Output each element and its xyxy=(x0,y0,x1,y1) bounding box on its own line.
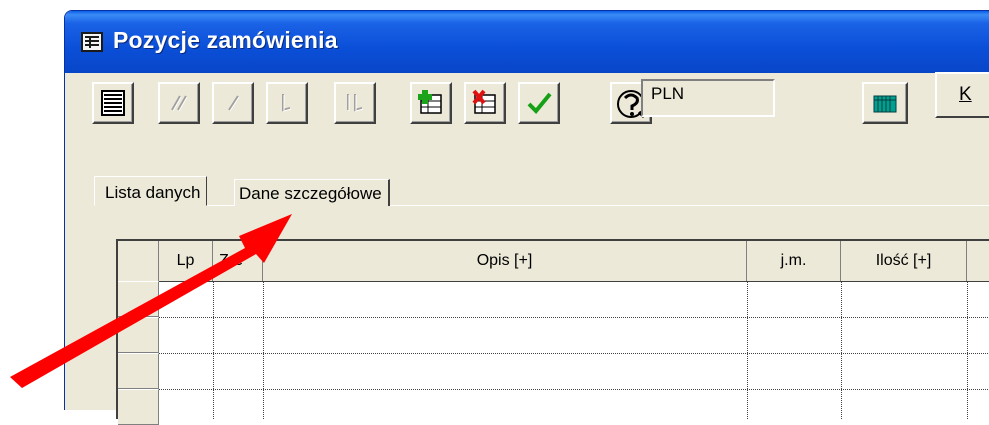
data-grid[interactable]: Lp Zre Opis [+] j.m. Ilość [+] xyxy=(116,239,989,425)
last-record-button[interactable] xyxy=(334,82,376,124)
column-divider xyxy=(747,281,748,419)
accept-button[interactable] xyxy=(518,82,560,124)
first-record-button[interactable] xyxy=(158,82,200,124)
tabs-divider xyxy=(94,205,989,206)
row-divider xyxy=(159,389,989,390)
tab-lista-danych[interactable]: Lista danych xyxy=(94,176,208,206)
title-bar[interactable]: Pozycje zamówienia xyxy=(65,11,989,73)
currency-rates-button[interactable] xyxy=(862,82,908,124)
grid-corner xyxy=(118,241,159,281)
k-button[interactable]: K xyxy=(935,72,989,118)
add-record-button[interactable] xyxy=(410,82,452,124)
next-record-button[interactable] xyxy=(266,82,308,124)
delete-row-icon xyxy=(472,89,496,114)
column-header-jm[interactable]: j.m. xyxy=(747,241,841,281)
currency-field[interactable]: PLN xyxy=(641,79,775,117)
column-divider xyxy=(841,281,842,419)
up-arrow-icon xyxy=(228,95,240,112)
currency-icon xyxy=(873,95,897,113)
column-divider xyxy=(213,281,214,419)
column-header-opis[interactable]: Opis [+] xyxy=(263,241,747,281)
double-down-arrow-icon xyxy=(347,94,364,112)
k-button-label: K xyxy=(959,84,972,105)
row-header[interactable] xyxy=(118,281,159,317)
row-divider xyxy=(159,317,989,318)
row-header[interactable] xyxy=(118,353,159,389)
list-icon xyxy=(101,90,125,116)
window-title: Pozycje zamówienia xyxy=(113,27,338,53)
row-divider xyxy=(159,353,989,354)
column-divider xyxy=(263,281,264,419)
add-row-icon xyxy=(418,90,442,114)
down-arrow-icon xyxy=(282,94,292,112)
delete-record-button[interactable] xyxy=(464,82,506,124)
column-header-zre[interactable]: Zre xyxy=(213,241,263,281)
row-header[interactable] xyxy=(118,389,159,425)
previous-record-button[interactable] xyxy=(212,82,254,124)
column-divider xyxy=(967,281,968,419)
row-header[interactable] xyxy=(118,317,159,353)
window-app-icon xyxy=(81,32,103,52)
double-up-arrow-icon xyxy=(171,95,188,112)
checkmark-icon xyxy=(527,92,552,114)
column-header-ilosc[interactable]: Ilość [+] xyxy=(841,241,967,281)
grid-header: Lp Zre Opis [+] j.m. Ilość [+] xyxy=(118,241,989,282)
tab-dane-szczegolowe[interactable]: Dane szczegółowe xyxy=(234,179,390,206)
list-view-button[interactable] xyxy=(92,82,134,124)
column-header-lp[interactable]: Lp xyxy=(159,241,213,281)
